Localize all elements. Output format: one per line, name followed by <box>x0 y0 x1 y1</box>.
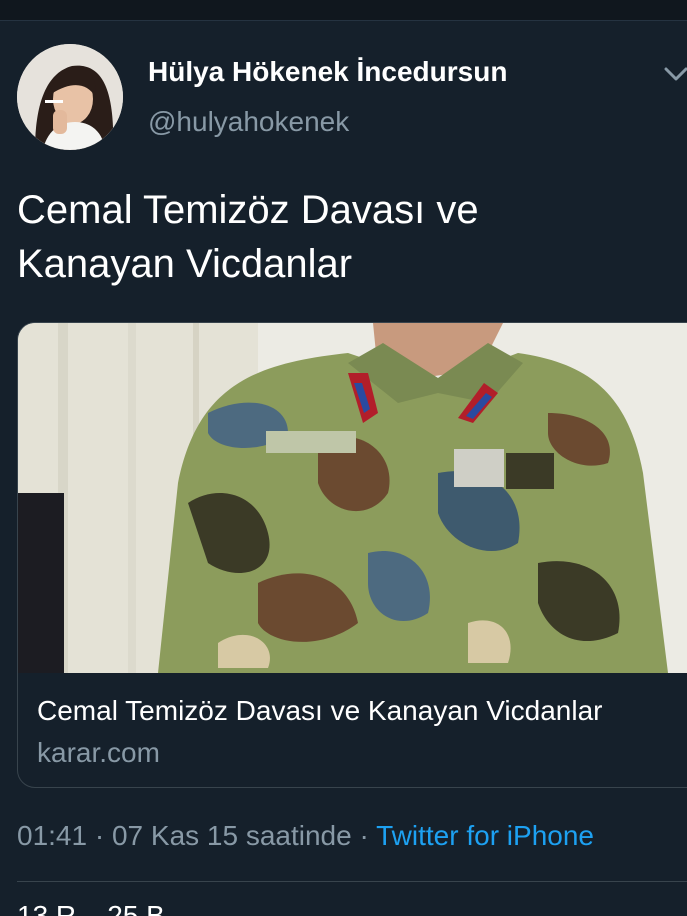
avatar[interactable] <box>17 44 123 150</box>
tweet-meta: 01:41 · 07 Kas 15 saatinde · Twitter for… <box>17 820 594 852</box>
avatar-photo <box>17 44 123 150</box>
link-card[interactable]: Cemal Temizöz Davası ve Kanayan Vicdanla… <box>17 322 687 788</box>
tweet-text: Cemal Temizöz Davası ve Kanayan Vicdanla… <box>17 188 479 286</box>
meta-separator: · <box>351 820 377 851</box>
tweet-stats[interactable]: 13 R... 25 B... <box>17 900 188 916</box>
tweet-source-link[interactable]: Twitter for iPhone <box>376 820 594 851</box>
link-card-domain: karar.com <box>37 737 160 768</box>
link-card-title: Cemal Temizöz Davası ve Kanayan Vicdanla… <box>37 695 603 726</box>
tweet-date: 07 Kas 15 saatinde <box>111 820 352 851</box>
author-display-name[interactable]: Hülya Hökenek İncedursun <box>148 56 507 88</box>
meta-separator: · <box>87 820 112 851</box>
chevron-down-icon[interactable] <box>664 62 687 86</box>
author-handle[interactable]: @hulyahokenek <box>148 106 349 138</box>
tweet-time: 01:41 <box>17 820 88 851</box>
divider <box>17 881 687 882</box>
link-card-image <box>18 323 687 673</box>
status-strip <box>0 0 687 21</box>
